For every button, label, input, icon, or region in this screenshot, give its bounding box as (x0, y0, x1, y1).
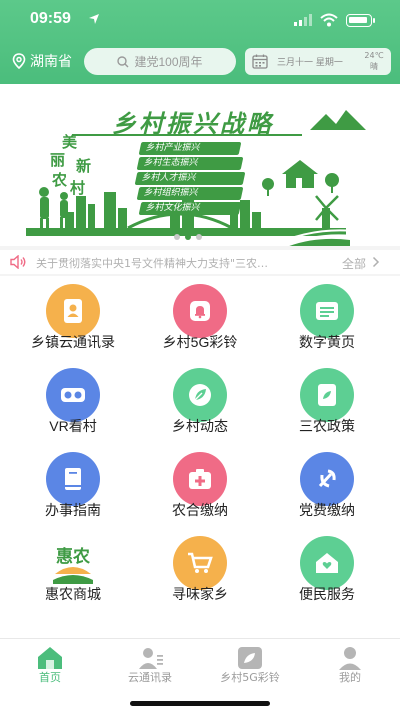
ringtone-icon (238, 647, 262, 669)
calendar-date: 三月十一 星期一 (277, 58, 343, 68)
banner-item: 乡村生态振兴 (136, 157, 244, 170)
contacts-book-icon (46, 284, 100, 338)
huinong-logo-text: 惠农 (56, 547, 90, 567)
service-label: 乡村5G彩铃 (162, 334, 238, 350)
service-label: 乡镇云通讯录 (31, 334, 115, 350)
carousel-indicator[interactable] (174, 234, 202, 240)
search-placeholder: 建党100周年 (134, 55, 203, 69)
battery-icon (346, 14, 375, 27)
slogan-char: 新 (76, 157, 92, 175)
medical-kit-icon (173, 452, 227, 506)
huinong-logo-icon: 惠农 (46, 536, 100, 590)
home-indicator (130, 701, 270, 706)
shopping-cart-icon (173, 536, 227, 590)
service-label: 数字黄页 (299, 334, 355, 350)
calendar-weather-widget[interactable]: 三月十一 星期一 24℃ 晴 (245, 48, 391, 75)
service-label: 便民服务 (299, 586, 355, 602)
province-selector[interactable]: 湖南省 (12, 51, 72, 71)
tab-profile[interactable]: 我的 (300, 643, 400, 691)
weather-readout: 24℃ 晴 (361, 50, 387, 72)
banner-items: 乡村产业振兴 乡村生态振兴 乡村人才振兴 乡村组织振兴 乡村文化振兴 (134, 142, 258, 217)
tab-cloud-contacts[interactable]: 云通讯录 (100, 643, 200, 691)
bottom-tab-bar: 首页 云通讯录 乡村5G彩铃 我的 (0, 638, 400, 710)
tab-5g-ringtone[interactable]: 乡村5G彩铃 (200, 643, 300, 691)
yellow-pages-icon (300, 284, 354, 338)
policy-document-icon (300, 368, 354, 422)
tab-label: 云通讯录 (128, 671, 172, 684)
notice-all-link[interactable]: 全部 (342, 255, 366, 272)
status-bar: 09:59 (0, 10, 400, 32)
service-label: 党费缴纳 (299, 502, 355, 518)
banner-item: 乡村人才振兴 (134, 172, 246, 185)
party-emblem-icon (300, 452, 354, 506)
service-label: VR看村 (49, 418, 97, 434)
banner-carousel[interactable]: 乡村振兴战略 美 丽 新 农 村 乡村产业振兴 乡村生态振兴 乡村人才振兴 乡村… (0, 84, 400, 246)
guide-book-icon (46, 452, 100, 506)
notice-text[interactable]: 关于贯彻落实中央1号文件精神大力支持"三农… (36, 255, 298, 271)
service-label: 寻味家乡 (172, 586, 228, 602)
service-label: 惠农商城 (45, 586, 101, 602)
location-arrow-icon (89, 14, 99, 24)
slogan-char: 丽 (50, 151, 66, 169)
search-bar[interactable]: 建党100周年 (84, 48, 236, 75)
location-pin-icon (12, 53, 26, 69)
banner-item: 乡村组织振兴 (136, 187, 244, 200)
contacts-icon (139, 648, 163, 669)
service-5g-ringtone[interactable]: 乡村5G彩铃 (133, 276, 253, 360)
app-header: 09:59 湖南省 建党100周年 三月十一 星期一 24℃ 晴 (0, 0, 400, 84)
vr-goggles-icon (46, 368, 100, 422)
cellular-signal-icon (294, 14, 312, 26)
banner-item: 乡村文化振兴 (138, 202, 242, 215)
service-vr-village[interactable]: VR看村 (6, 360, 126, 444)
slogan-char: 美 (62, 133, 78, 151)
service-hometown-taste[interactable]: 寻味家乡 (133, 528, 253, 612)
tab-label: 我的 (339, 671, 361, 684)
slogan-char: 村 (70, 179, 86, 197)
leaf-icon (173, 368, 227, 422)
banner-title-underline (72, 134, 302, 136)
tab-label: 首页 (39, 671, 61, 684)
service-village-news[interactable]: 乡村动态 (133, 360, 253, 444)
home-icon (38, 647, 62, 669)
bell-icon (173, 284, 227, 338)
service-contacts[interactable]: 乡镇云通讯录 (6, 276, 126, 360)
service-rural-insurance[interactable]: 农合缴纳 (133, 444, 253, 528)
banner-item: 乡村产业振兴 (138, 142, 242, 155)
carousel-dot[interactable] (196, 234, 202, 240)
tab-home[interactable]: 首页 (0, 643, 100, 691)
calendar-icon (252, 54, 268, 69)
service-yellow-pages[interactable]: 数字黄页 (260, 276, 380, 360)
wifi-icon (320, 13, 338, 27)
service-agri-policy[interactable]: 三农政策 (260, 360, 380, 444)
service-grid: 乡镇云通讯录 乡村5G彩铃 数字黄页 VR看村 乡村动态 三农政策 办事指南 农… (0, 276, 400, 638)
chevron-right-icon[interactable] (372, 256, 380, 268)
service-huinong-mall[interactable]: 惠农 惠农商城 (6, 528, 126, 612)
speaker-icon (10, 255, 26, 269)
province-label: 湖南省 (30, 53, 72, 69)
home-heart-icon (300, 536, 354, 590)
weather-condition: 晴 (370, 62, 378, 71)
service-label: 三农政策 (299, 418, 355, 434)
carousel-dot[interactable] (174, 234, 180, 240)
status-time: 09:59 (30, 10, 71, 27)
service-label: 办事指南 (45, 502, 101, 518)
service-guide[interactable]: 办事指南 (6, 444, 126, 528)
service-convenience[interactable]: 便民服务 (260, 528, 380, 612)
carousel-dot-active[interactable] (185, 234, 191, 240)
service-party-dues[interactable]: 党费缴纳 (260, 444, 380, 528)
slogan-char: 农 (52, 171, 68, 189)
temperature: 24℃ (364, 51, 384, 60)
service-label: 农合缴纳 (172, 502, 228, 518)
tab-label: 乡村5G彩铃 (220, 671, 280, 684)
notice-bar[interactable]: 关于贯彻落实中央1号文件精神大力支持"三农… 全部 (0, 250, 400, 274)
service-label: 乡村动态 (172, 418, 228, 434)
search-icon (117, 55, 129, 67)
profile-icon (339, 647, 361, 670)
